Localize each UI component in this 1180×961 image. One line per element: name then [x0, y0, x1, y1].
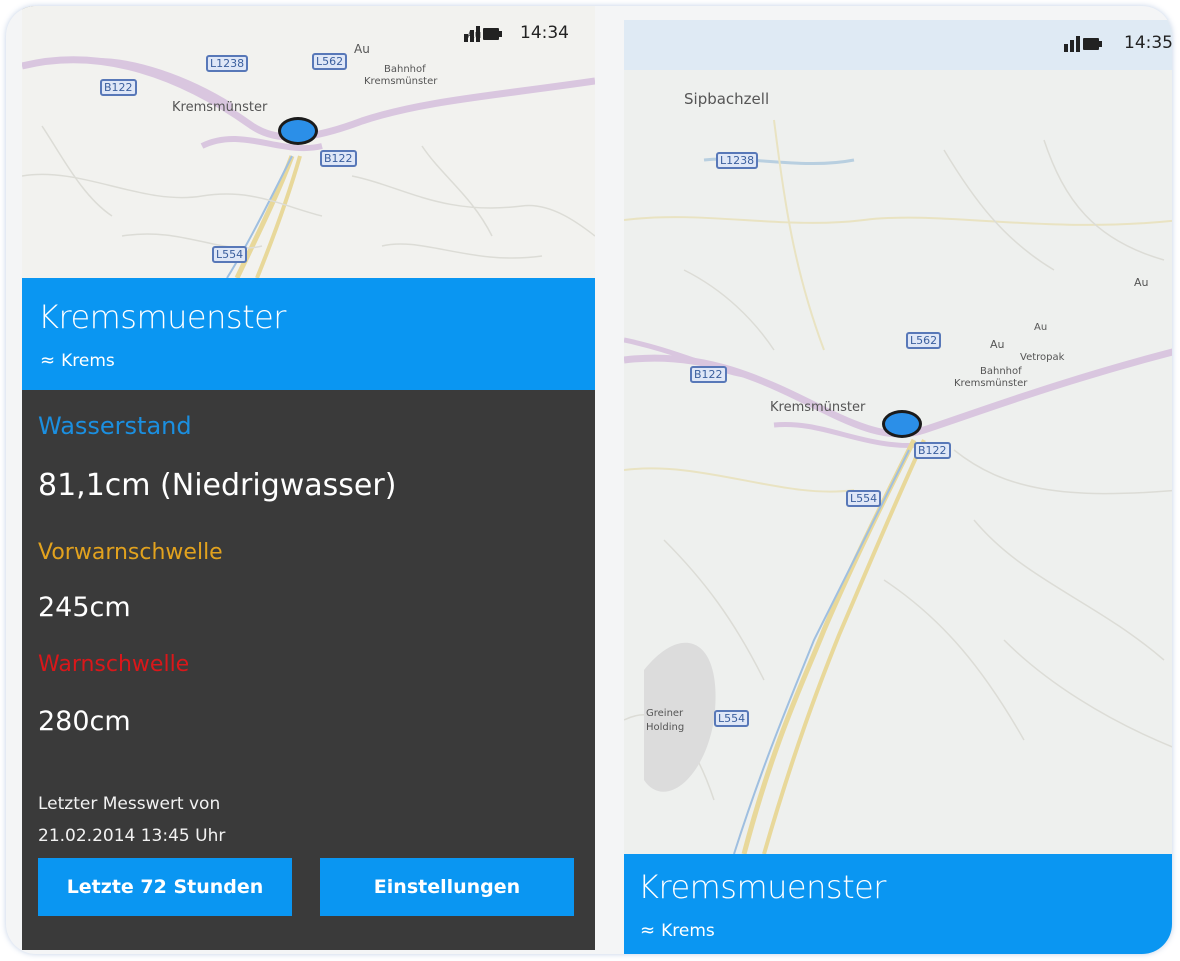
map-label-greiner: Greiner: [646, 708, 684, 719]
status-bar: 14:34: [462, 20, 592, 50]
station-header: Kremsmuenster ≈ Krems: [22, 278, 595, 390]
map-view[interactable]: Sipbachzell Au Au Au Vetropak Bahnhof Kr…: [624, 20, 1172, 854]
signal-battery-icon: [1064, 36, 1102, 52]
location-marker[interactable]: [882, 410, 922, 438]
status-bar: 14:35: [1064, 30, 1172, 60]
road-shield-l1238: L1238: [206, 55, 249, 72]
map-label-au: Au: [1134, 276, 1149, 289]
last-72-hours-button[interactable]: Letzte 72 Stunden: [38, 858, 292, 916]
river-name: Krems: [661, 921, 715, 941]
map-label-bahnhof: Bahnhof: [384, 64, 426, 75]
map-label-au-2: Au: [1034, 322, 1048, 333]
warning-threshold-value: 280cm: [38, 706, 131, 737]
road-shield-l562: L562: [312, 53, 348, 70]
water-wave-icon: ≈: [40, 350, 56, 371]
road-shield-l554: L554: [714, 710, 750, 727]
road-shield-l554: L554: [212, 246, 248, 263]
road-shield-b122: B122: [690, 366, 727, 383]
last-measurement-timestamp: 21.02.2014 13:45 Uhr: [38, 826, 226, 846]
station-details-panel: Wasserstand 81,1cm (Niedrigwasser) Vorwa…: [22, 390, 595, 950]
last-measurement-label: Letzter Messwert von: [38, 794, 221, 814]
left-phone-screen: Au Au Bahnhof Kremsmünster Kremsmünster …: [22, 6, 595, 950]
road-shield-b122: B122: [914, 442, 951, 459]
station-header[interactable]: Kremsmuenster ≈ Krems: [624, 854, 1172, 954]
map-view[interactable]: Au Au Bahnhof Kremsmünster Kremsmünster …: [22, 6, 595, 278]
status-time: 14:34: [520, 23, 569, 43]
map-label-vetropak: Vetropak: [1020, 352, 1065, 363]
map-label-au: Au: [990, 338, 1005, 351]
map-label-au: Au: [354, 42, 370, 56]
river-name: Krems: [61, 351, 115, 371]
settings-button[interactable]: Einstellungen: [320, 858, 574, 916]
map-label-holding: Holding: [646, 722, 685, 733]
station-title: Kremsmuenster: [638, 868, 886, 906]
river-name-row: ≈ Krems: [640, 920, 715, 941]
road-shield-l554: L554: [846, 490, 882, 507]
road-shield-l562: L562: [906, 332, 942, 349]
road-shield-b122: B122: [320, 150, 357, 167]
water-wave-icon: ≈: [640, 920, 656, 941]
screenshot-card: Au Au Bahnhof Kremsmünster Kremsmünster …: [6, 6, 1172, 954]
road-shield-b122: B122: [100, 79, 137, 96]
map-label-kremsmuenster: Kremsmünster: [172, 100, 268, 115]
river-name-row: ≈ Krems: [40, 350, 115, 371]
map-label-kremsmuenster: Kremsmünster: [770, 400, 866, 415]
right-phone-screen: Sipbachzell Au Au Au Vetropak Bahnhof Kr…: [624, 20, 1172, 954]
map-label-bahnhof: Bahnhof: [980, 366, 1022, 377]
map-label-sipbachzell: Sipbachzell: [684, 90, 770, 108]
map-label-bahnhof-kremsmuenster: Kremsmünster: [364, 76, 438, 87]
signal-battery-icon: [464, 26, 502, 42]
prewarning-threshold-label: Vorwarnschwelle: [38, 540, 223, 565]
prewarning-threshold-value: 245cm: [38, 592, 131, 623]
status-time: 14:35: [1124, 33, 1172, 53]
map-label-bahnhof-kremsmuenster: Kremsmünster: [954, 378, 1028, 389]
water-level-label: Wasserstand: [38, 412, 192, 440]
last-measurement: Letzter Messwert von 21.02.2014 13:45 Uh…: [38, 788, 225, 852]
road-shield-l1238: L1238: [716, 152, 759, 169]
water-level-value: 81,1cm (Niedrigwasser): [38, 468, 397, 503]
warning-threshold-label: Warnschwelle: [38, 652, 190, 677]
location-marker[interactable]: [278, 117, 318, 145]
station-title: Kremsmuenster: [38, 298, 286, 336]
